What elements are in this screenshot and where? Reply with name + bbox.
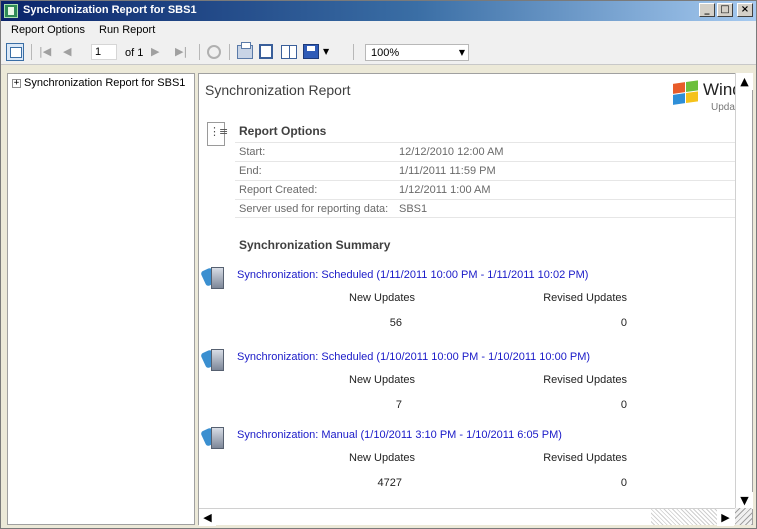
revised-updates-value: 0 [620, 399, 627, 411]
vertical-scrollbar[interactable]: ▲ ▼ [735, 73, 753, 509]
windows-flag-icon [673, 80, 699, 106]
report-options-table: Start: 12/12/2010 12:00 AM End: 1/11/201… [235, 142, 752, 218]
print-layout-icon[interactable] [259, 44, 273, 59]
zoom-select[interactable]: 100% ▼ [365, 44, 469, 61]
sync-entry: Synchronization: Scheduled (1/10/2011 10… [199, 345, 752, 427]
option-label: End: [239, 165, 262, 177]
revised-updates-value: 0 [620, 317, 627, 329]
maximize-button[interactable]: □ [717, 3, 733, 17]
chevron-down-icon[interactable]: ▼ [459, 46, 465, 60]
next-page-icon[interactable]: ▶ [151, 43, 159, 61]
tree-item-report[interactable]: Synchronization Report for SBS1 [24, 77, 185, 89]
option-label: Server used for reporting data: [239, 203, 389, 215]
toolbar: |◀ ◀ 1 of 1 ▶ ▶| ▼ 100% ▼ [1, 39, 756, 65]
toolbar-separator [353, 44, 354, 60]
window-controls: _ □ × [699, 3, 753, 17]
scroll-down-icon[interactable]: ▼ [736, 492, 753, 509]
table-row: Report Created: 1/12/2011 1:00 AM [235, 180, 752, 199]
vertical-scroll-thumb[interactable] [737, 90, 752, 508]
page-number-input[interactable]: 1 [91, 44, 117, 60]
revised-updates-header: Revised Updates [543, 292, 627, 304]
sync-server-icon [200, 347, 227, 373]
sync-entry: Synchronization: Manual (1/10/2011 3:10 … [199, 423, 752, 505]
title-bar[interactable]: Synchronization Report for SBS1 _ □ × [1, 1, 756, 21]
new-updates-value: 7 [395, 399, 402, 411]
sync-summary-heading: Synchronization Summary [239, 238, 391, 252]
report-viewer-window: Synchronization Report for SBS1 _ □ × Re… [0, 0, 757, 529]
menu-run-report[interactable]: Run Report [99, 24, 155, 36]
document-map-icon[interactable] [6, 43, 24, 61]
option-value: 1/11/2011 11:59 PM [399, 165, 496, 177]
revised-updates-header: Revised Updates [543, 374, 627, 386]
previous-page-icon[interactable]: ◀ [63, 43, 71, 61]
report-pane: Synchronization Report Wind Update Repor… [198, 73, 753, 525]
table-row: Start: 12/12/2010 12:00 AM [235, 142, 752, 161]
stop-icon[interactable] [207, 45, 221, 59]
scroll-track[interactable] [651, 509, 717, 525]
scroll-right-icon[interactable]: ▶ [717, 509, 734, 526]
page-total-label: of 1 [125, 47, 144, 59]
export-dropdown-icon[interactable]: ▼ [323, 43, 329, 61]
revised-updates-value: 0 [620, 477, 627, 489]
table-row: End: 1/11/2011 11:59 PM [235, 161, 752, 180]
table-row: Server used for reporting data: SBS1 [235, 199, 752, 218]
resize-grip-icon[interactable] [735, 508, 752, 525]
revised-updates-header: Revised Updates [543, 452, 627, 464]
zoom-value: 100% [371, 47, 400, 59]
toolbar-separator [229, 44, 230, 60]
option-value: SBS1 [399, 203, 428, 215]
sync-server-icon [200, 265, 227, 291]
report-title: Synchronization Report [205, 82, 351, 98]
option-label: Report Created: [239, 184, 318, 196]
new-updates-header: New Updates [349, 452, 416, 464]
new-updates-header: New Updates [349, 292, 416, 304]
minimize-button[interactable]: _ [699, 3, 715, 17]
report-options-heading: Report Options [239, 124, 327, 138]
document-map-pane: + Synchronization Report for SBS1 [7, 73, 195, 525]
window-title: Synchronization Report for SBS1 [23, 4, 197, 16]
page-setup-icon[interactable] [281, 45, 297, 59]
windows-update-logo: Wind Update [673, 76, 743, 116]
horizontal-scroll-thumb[interactable] [216, 510, 651, 525]
app-icon [4, 4, 18, 18]
sync-entry-link[interactable]: Synchronization: Scheduled (1/10/2011 10… [237, 351, 590, 363]
toolbar-separator [199, 44, 200, 60]
report-options-icon [207, 122, 227, 146]
menu-report-options[interactable]: Report Options [11, 24, 85, 36]
new-updates-header: New Updates [349, 374, 416, 386]
sync-entry-link[interactable]: Synchronization: Scheduled (1/11/2011 10… [237, 269, 588, 281]
scroll-up-icon[interactable]: ▲ [736, 73, 753, 90]
export-icon[interactable] [303, 44, 319, 59]
horizontal-scrollbar[interactable]: ◀ ▶ [199, 508, 735, 526]
option-label: Start: [239, 146, 266, 158]
last-page-icon[interactable]: ▶| [175, 43, 187, 61]
toolbar-separator [31, 44, 32, 60]
scroll-left-icon[interactable]: ◀ [199, 509, 216, 526]
sync-entry-link[interactable]: Synchronization: Manual (1/10/2011 3:10 … [237, 429, 562, 441]
menu-bar: Report Options Run Report [1, 21, 756, 39]
new-updates-value: 4727 [377, 477, 402, 489]
sync-entry: Synchronization: Scheduled (1/11/2011 10… [199, 263, 752, 345]
print-icon[interactable] [237, 42, 253, 59]
close-button[interactable]: × [737, 3, 753, 17]
new-updates-value: 56 [389, 317, 402, 329]
tree-expand-icon[interactable]: + [12, 79, 21, 88]
first-page-icon[interactable]: |◀ [39, 43, 51, 61]
option-value: 12/12/2010 12:00 AM [399, 146, 504, 158]
sync-server-icon [200, 425, 227, 451]
option-value: 1/12/2011 1:00 AM [399, 184, 491, 196]
